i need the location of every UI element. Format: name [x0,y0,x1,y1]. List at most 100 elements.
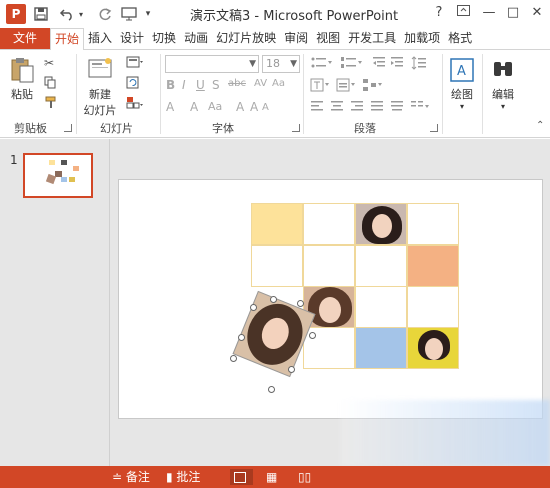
customize-toolbar-icon[interactable]: ▾ [142,4,154,24]
paste-icon [8,56,36,84]
powerpoint-logo-icon: P [6,4,26,24]
normal-view-button[interactable] [230,469,253,485]
reset-icon[interactable] [126,76,139,92]
bullets-icon[interactable] [310,56,334,73]
increase-indent-icon[interactable] [390,56,404,73]
shadow-icon[interactable]: S [212,78,220,92]
photo-cell[interactable] [407,327,459,369]
align-center-icon[interactable] [330,100,344,116]
numbering-icon[interactable] [340,56,364,73]
grid-cell [407,286,459,328]
slide-thumbnail[interactable] [23,153,93,198]
editing-button[interactable]: 编辑 ▾ [487,56,519,111]
close-button[interactable]: ✕ [526,3,548,23]
minimize-button[interactable]: — [478,3,500,23]
reading-view-button[interactable]: ▯▯ [298,469,311,485]
align-left-icon[interactable] [310,100,324,116]
help-icon[interactable]: ? [428,3,450,23]
slide-sorter-button[interactable]: ▦ [266,469,277,485]
binoculars-icon [489,56,517,84]
save-icon[interactable] [32,4,50,24]
shapes-icon: A [448,56,476,84]
comments-button[interactable]: ▮ 批注 [166,469,200,485]
font-size-up-icon[interactable]: A [250,100,258,114]
photo-cell[interactable] [303,286,355,328]
tab-animations[interactable]: 动画 [180,28,212,49]
notes-icon: ≐ [112,470,126,484]
drawing-button[interactable]: A 绘图 ▾ [446,56,478,111]
smartart-icon[interactable] [362,78,384,95]
change-case-icon[interactable]: Aa [272,78,285,89]
comments-label: 批注 [176,470,201,484]
group-divider [76,54,77,134]
watermark [340,400,550,466]
character-spacing-icon[interactable]: AV [254,78,267,89]
chevron-down-icon: ▼ [249,59,256,69]
grid-cell [407,203,459,245]
undo-dropdown-icon[interactable]: ▾ [76,4,86,24]
font-launcher-icon[interactable] [292,124,300,132]
align-right-icon[interactable] [350,100,364,116]
new-slide-button[interactable]: 新建 幻灯片 [80,56,120,118]
cut-icon[interactable]: ✂ [44,56,54,70]
grid-cell [407,245,459,287]
decrease-indent-icon[interactable] [372,56,386,73]
format-painter-icon[interactable] [44,96,57,112]
grid-cell [303,245,355,287]
justify-icon[interactable] [370,100,384,116]
strikethrough-icon[interactable]: abc [228,78,246,89]
change-case-icon[interactable]: Aa [208,100,222,113]
columns-icon[interactable] [410,100,430,116]
tab-format[interactable]: 格式 [444,28,476,49]
tab-view[interactable]: 视图 [312,28,344,49]
copy-icon[interactable] [44,76,57,92]
ribbon: 粘贴 ✂ 剪贴板 新建 幻灯片 幻灯片 ▼ 18 ▼ B I U S abc A… [0,50,550,138]
grid-cell [303,327,355,369]
distributed-icon[interactable] [390,100,404,116]
slide-number: 1 [10,153,18,167]
grid-cell [251,203,303,245]
section-icon[interactable] [126,96,144,112]
group-divider [442,54,443,134]
maximize-button[interactable]: □ [502,3,524,23]
layout-icon[interactable] [126,56,144,72]
clipboard-launcher-icon[interactable] [64,124,72,132]
tab-file[interactable]: 文件 [0,28,50,49]
font-size-down-icon[interactable]: A [262,102,269,113]
collapse-ribbon-icon[interactable]: ⌃ [536,120,544,131]
slides-group-label: 幻灯片 [100,122,133,135]
slide-canvas[interactable] [118,179,543,419]
redo-icon[interactable] [96,4,114,24]
tab-design[interactable]: 设计 [116,28,148,49]
tab-review[interactable]: 审阅 [280,28,312,49]
highlight-icon[interactable]: A [190,100,198,114]
text-direction-icon[interactable] [310,78,332,95]
paragraph-group-label: 段落 [354,122,376,135]
font-size-combo[interactable]: 18 ▼ [262,55,300,73]
italic-icon[interactable]: I [182,78,186,92]
ribbon-display-icon[interactable] [452,3,474,23]
tab-insert[interactable]: 插入 [84,28,116,49]
undo-icon[interactable] [58,4,76,24]
line-spacing-icon[interactable] [410,56,428,73]
tab-slideshow[interactable]: 幻灯片放映 [212,28,280,49]
notes-button[interactable]: ≐ 备注 [112,469,150,485]
clear-formatting-icon[interactable]: A [236,100,244,114]
svg-text:A: A [457,64,466,79]
tab-developer[interactable]: 开发工具 [344,28,400,49]
underline-icon[interactable]: U [196,78,205,92]
grid-cell [251,245,303,287]
align-text-icon[interactable] [336,78,358,95]
paragraph-launcher-icon[interactable] [430,124,438,132]
photo-cell[interactable] [355,203,407,245]
font-name-combo[interactable]: ▼ [165,55,259,73]
tab-transitions[interactable]: 切换 [148,28,180,49]
notes-label: 备注 [125,470,150,484]
grid-cell [303,203,355,245]
tab-addins[interactable]: 加载项 [400,28,444,49]
paste-button[interactable]: 粘贴 [6,56,38,102]
bold-icon[interactable]: B [166,78,175,92]
start-presentation-icon[interactable] [120,4,138,24]
font-color-icon[interactable]: A [166,100,174,114]
tab-home[interactable]: 开始 [50,28,85,51]
